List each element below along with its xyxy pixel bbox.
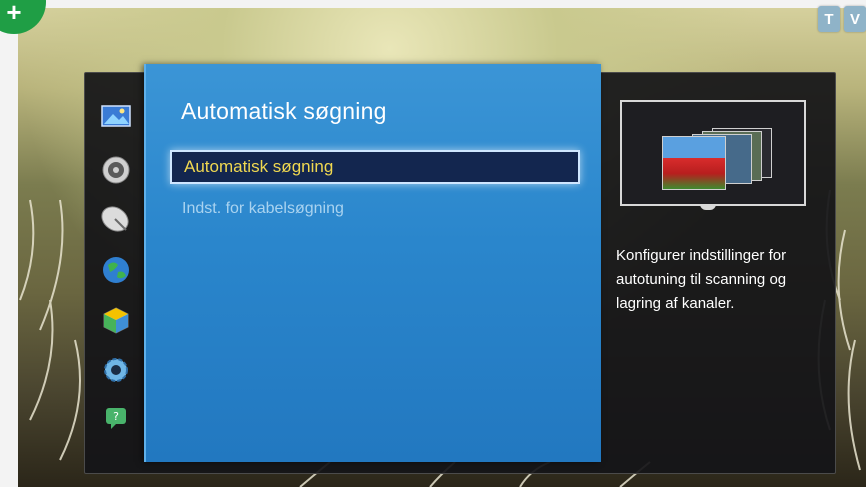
tv-top-buttons: T V [818, 6, 866, 32]
menu-item-automatisk-sogning[interactable]: Automatisk søgning [170, 150, 580, 184]
globe-icon[interactable] [100, 254, 132, 286]
image-stack-icon [658, 122, 778, 192]
help-description: Konfigurer indstillinger for autotuning … [616, 247, 787, 312]
panel-title: Automatisk søgning [181, 98, 387, 124]
t-button[interactable]: T [818, 6, 840, 32]
photo-border-left [0, 0, 18, 487]
picture-icon[interactable] [100, 100, 132, 132]
v-button[interactable]: V [844, 6, 866, 32]
menu-sidebar: ? [92, 88, 146, 458]
help-icon[interactable]: ? [100, 402, 132, 434]
menu-item-kabelsogning[interactable]: Indst. for kabelsøgning [182, 200, 344, 218]
photo-border-top [0, 0, 866, 8]
menu-item-label: Automatisk søgning [184, 157, 334, 176]
satellite-dish-icon[interactable] [100, 204, 132, 236]
speaker-icon[interactable] [100, 154, 132, 186]
cube-icon[interactable] [100, 304, 132, 336]
svg-text:?: ? [113, 410, 119, 423]
preview-image [620, 100, 806, 206]
gear-icon[interactable] [100, 354, 132, 386]
